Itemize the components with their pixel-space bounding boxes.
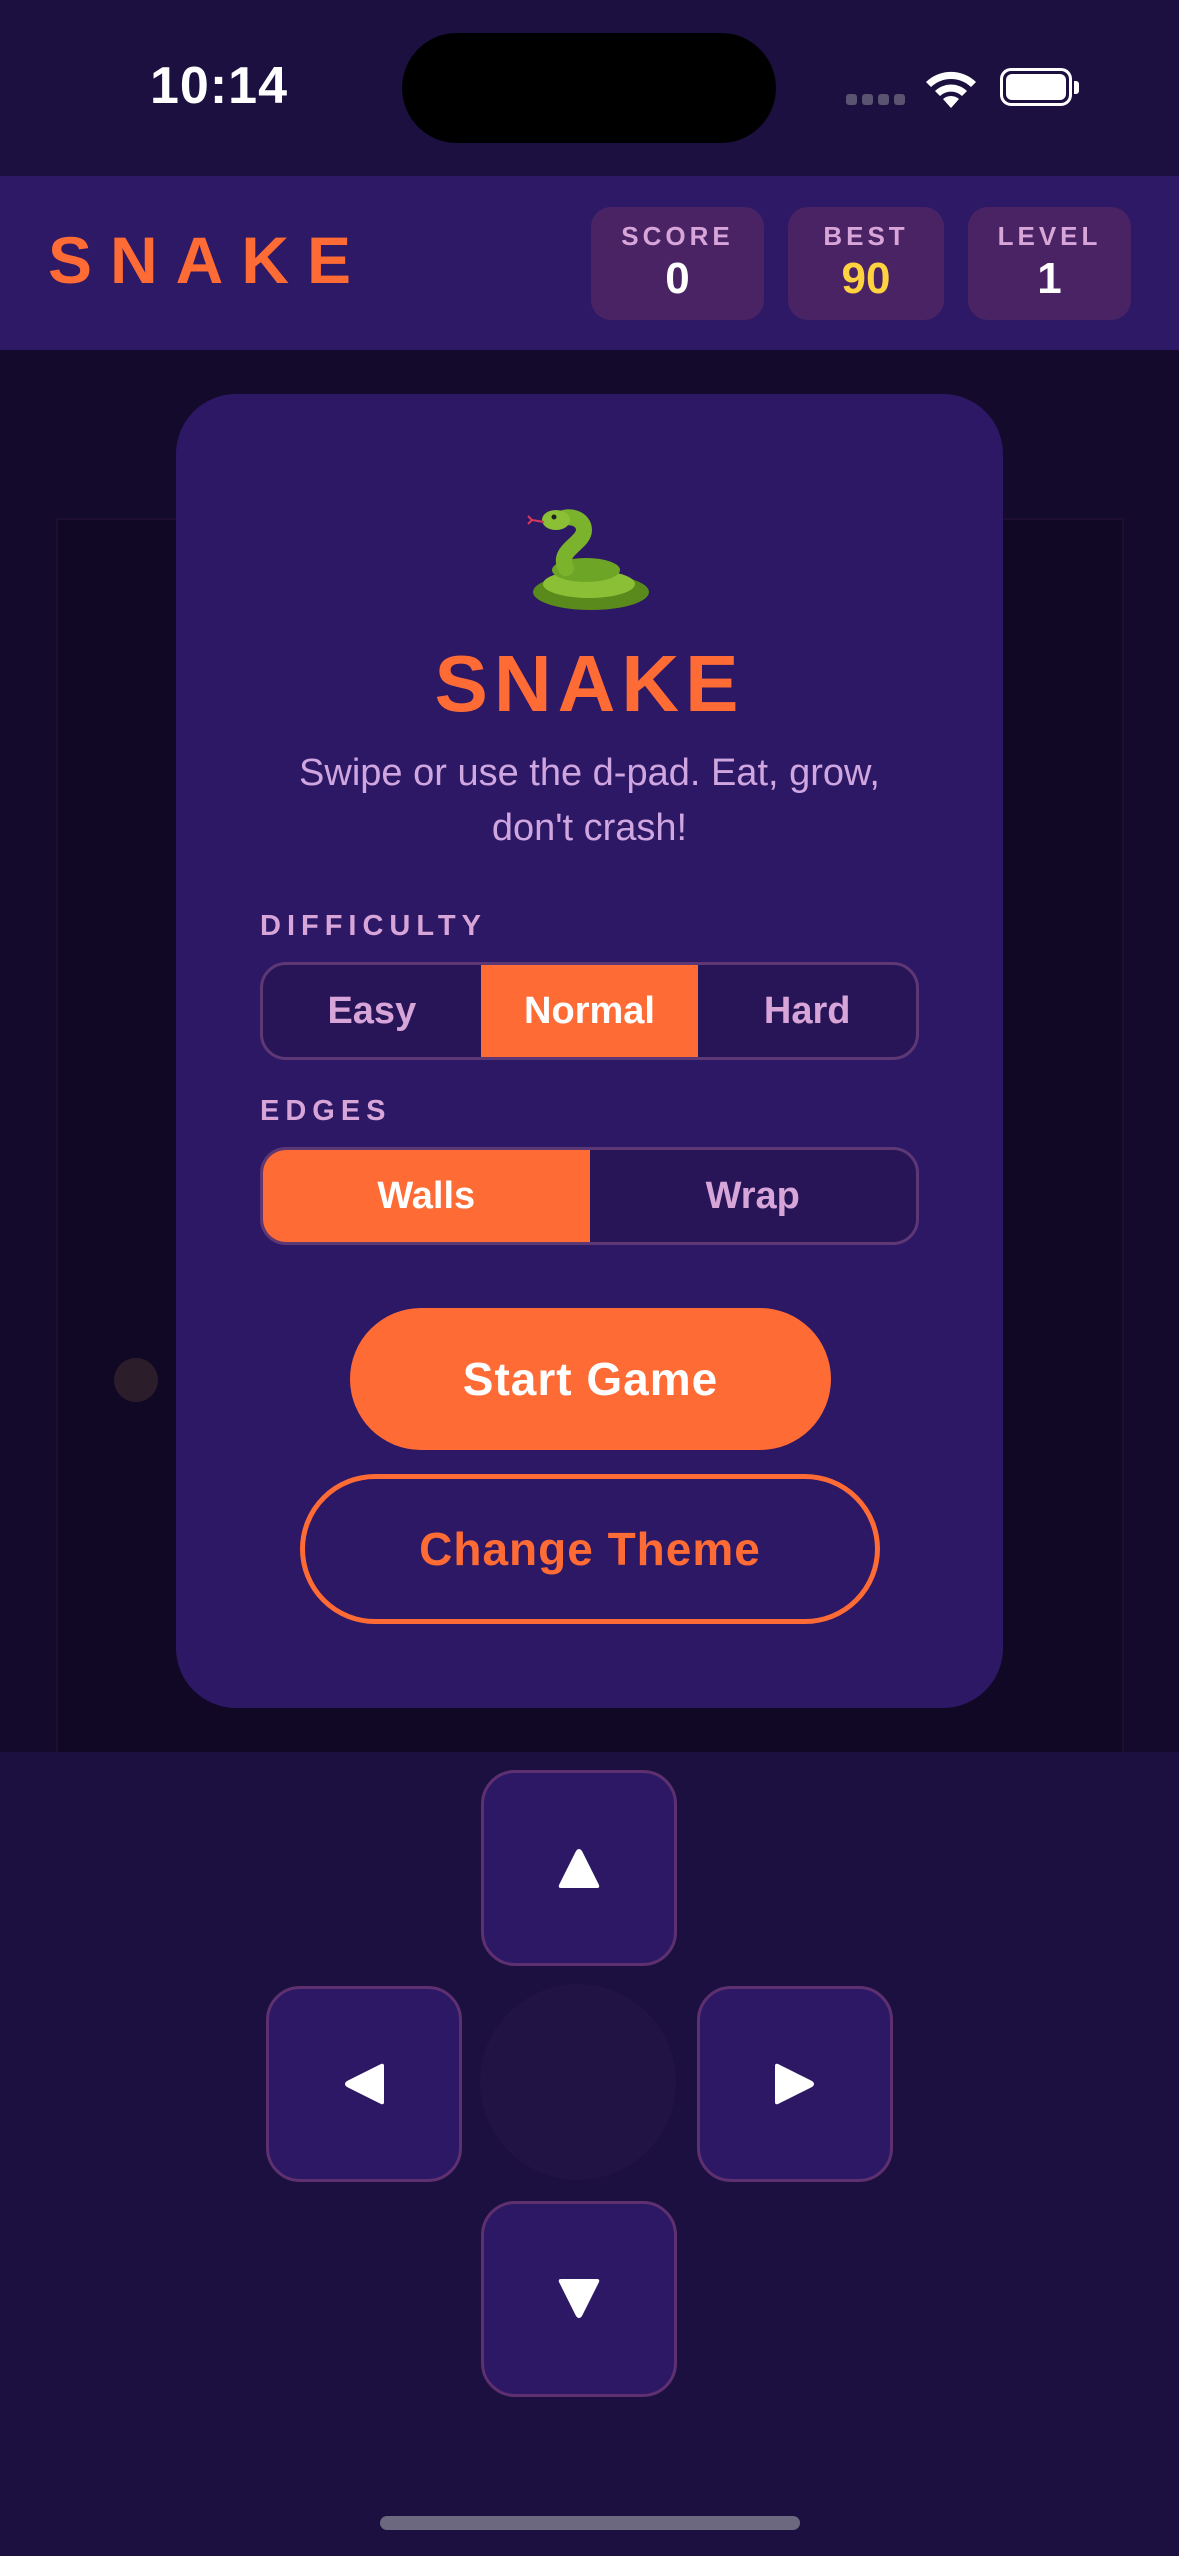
- modal-title: SNAKE: [434, 639, 745, 728]
- difficulty-option-hard[interactable]: Hard: [698, 965, 916, 1057]
- dynamic-island: [402, 33, 776, 143]
- score-box: SCORE 0: [591, 207, 764, 320]
- level-value: 1: [1037, 254, 1062, 303]
- cellular-signal-icon: [846, 94, 906, 106]
- brand-title: SNAKE: [48, 223, 370, 297]
- dpad-center: [480, 1984, 676, 2180]
- triangle-down-icon: [558, 2279, 600, 2318]
- difficulty-option-normal[interactable]: Normal: [480, 965, 699, 1057]
- start-modal: SNAKE Swipe or use the d-pad. Eat, grow,…: [176, 394, 1003, 1708]
- difficulty-option-easy[interactable]: Easy: [263, 965, 481, 1057]
- dpad-left-button[interactable]: [266, 1986, 462, 2182]
- difficulty-segmented-control: Easy Normal Hard: [260, 962, 919, 1060]
- best-box: BEST 90: [788, 207, 944, 320]
- best-value: 90: [841, 254, 891, 303]
- triangle-up-icon: [558, 1849, 600, 1888]
- status-bar: 10:14: [0, 0, 1179, 176]
- edges-option-walls[interactable]: Walls: [263, 1150, 590, 1242]
- start-game-button[interactable]: Start Game: [350, 1308, 831, 1450]
- dpad-down-button[interactable]: [481, 2201, 677, 2397]
- edges-label: EDGES: [260, 1095, 392, 1127]
- dpad-right-button[interactable]: [697, 1986, 893, 2182]
- score-value: 0: [665, 254, 690, 303]
- game-header: SNAKE SCORE 0 BEST 90 LEVEL 1: [0, 176, 1179, 350]
- status-time: 10:14: [150, 57, 288, 115]
- wifi-icon: [926, 71, 976, 108]
- triangle-right-icon: [775, 2063, 814, 2105]
- change-theme-button[interactable]: Change Theme: [300, 1474, 880, 1624]
- dpad-up-button[interactable]: [481, 1770, 677, 1966]
- difficulty-label: DIFFICULTY: [260, 910, 487, 942]
- triangle-left-icon: [345, 2063, 384, 2105]
- home-indicator[interactable]: [380, 2516, 800, 2530]
- modal-subtitle: Swipe or use the d-pad. Eat, grow, don't…: [299, 752, 880, 849]
- food-pellet: [114, 1358, 158, 1402]
- score-label: SCORE: [621, 221, 734, 251]
- level-box: LEVEL 1: [968, 207, 1131, 320]
- battery-icon: [1000, 68, 1079, 106]
- edges-segmented-control: Walls Wrap: [260, 1147, 919, 1245]
- level-label: LEVEL: [997, 221, 1102, 251]
- best-label: BEST: [823, 221, 909, 251]
- edges-option-wrap[interactable]: Wrap: [590, 1150, 917, 1242]
- snake-icon: [527, 509, 649, 610]
